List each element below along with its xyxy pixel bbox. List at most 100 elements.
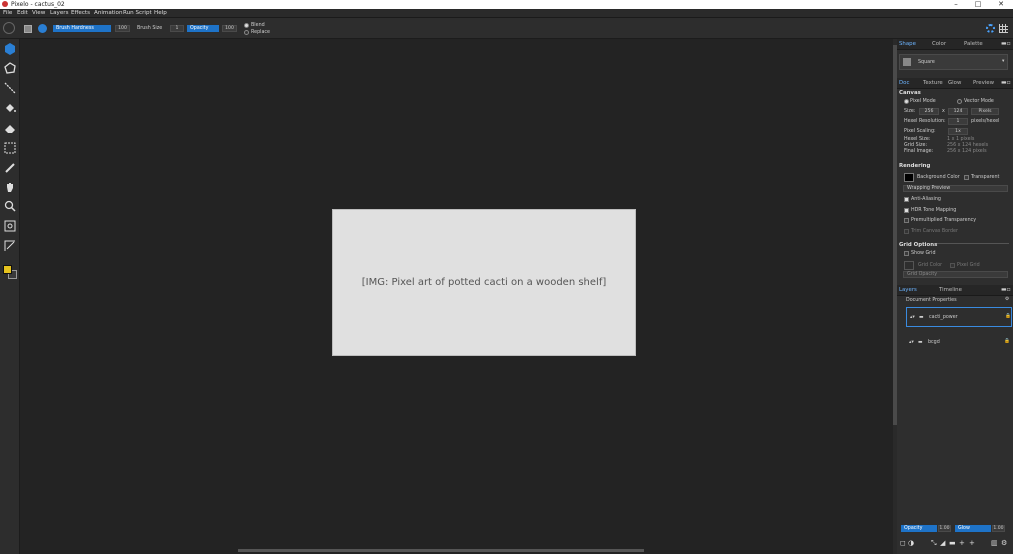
grid-opacity-slider[interactable]: Grid Opacity xyxy=(903,271,1008,278)
layer-glow-slider[interactable]: Glow xyxy=(955,525,991,532)
anti-aliasing-checkbox[interactable] xyxy=(904,197,909,202)
tab-color[interactable]: Color xyxy=(932,41,946,47)
tab-layers[interactable]: Layers xyxy=(899,287,917,293)
grid-options-section-title: Grid Options xyxy=(899,242,938,248)
lasso-tool-icon[interactable] xyxy=(3,61,17,75)
menu-run-script[interactable]: Run Script xyxy=(123,10,152,16)
merge-icon[interactable]: ⤡ xyxy=(931,539,937,548)
layer-glow-value[interactable]: 1.00 xyxy=(992,525,1005,532)
horizontal-scrollbar[interactable] xyxy=(238,549,644,552)
menu-layers[interactable]: Layers xyxy=(50,10,69,16)
layer-name: cacti_power xyxy=(929,315,958,320)
background-color-swatch[interactable] xyxy=(904,173,914,182)
onion-skin-icon[interactable]: ◑ xyxy=(908,539,914,547)
shape-select-value: Square xyxy=(918,60,935,65)
layer-row-cacti-power[interactable]: ▴▾ ▬ cacti_power 🔒 xyxy=(906,307,1012,327)
add-layer-icon[interactable]: + xyxy=(969,539,975,547)
hdr-checkbox[interactable] xyxy=(904,208,909,213)
vector-mode-label: Vector Mode xyxy=(964,99,994,104)
pixel-grid-checkbox[interactable] xyxy=(950,263,955,268)
tab-timeline[interactable]: Timeline xyxy=(939,287,962,293)
grid-toggle-icon[interactable] xyxy=(999,24,1008,33)
fill-bucket-icon[interactable] xyxy=(3,101,17,115)
size-width-input[interactable]: 256 xyxy=(919,108,939,115)
zoom-tool-icon[interactable] xyxy=(3,199,17,213)
menu-view[interactable]: View xyxy=(32,10,45,16)
menu-file[interactable]: File xyxy=(3,10,12,16)
shape-select[interactable]: Square ▾ xyxy=(899,54,1008,70)
round-brush-icon[interactable] xyxy=(38,24,47,33)
marquee-tool-icon[interactable] xyxy=(3,141,17,155)
blend-radio[interactable] xyxy=(244,23,249,28)
show-grid-checkbox[interactable] xyxy=(904,251,909,256)
primary-color-swatch[interactable] xyxy=(3,265,12,274)
premultiplied-checkbox[interactable] xyxy=(904,218,909,223)
hexel-resolution-label: Hexel Resolution: xyxy=(904,119,946,124)
tool-preset-icon[interactable] xyxy=(3,22,15,34)
tab-palette[interactable]: Palette xyxy=(964,41,983,47)
tab-texture[interactable]: Texture xyxy=(923,80,943,86)
eyedropper-icon[interactable] xyxy=(3,161,17,175)
brush-layer-icon[interactable]: ◢ xyxy=(940,539,945,547)
pixel-mode-radio[interactable] xyxy=(904,99,909,104)
new-frame-icon[interactable]: ◻ xyxy=(900,539,906,547)
line-tool-icon[interactable] xyxy=(3,81,17,95)
tab-doc[interactable]: Doc xyxy=(899,80,909,86)
hand-tool-icon[interactable] xyxy=(3,180,17,194)
eye-icon[interactable]: ▴▾ xyxy=(910,315,915,320)
opacity-slider[interactable]: Opacity xyxy=(187,25,219,32)
lock-icon[interactable]: 🔒 xyxy=(1005,314,1011,319)
transparent-checkbox[interactable] xyxy=(964,175,969,180)
eraser-tool-icon[interactable] xyxy=(3,121,17,135)
menu-edit[interactable]: Edit xyxy=(17,10,28,16)
close-button[interactable]: ✕ xyxy=(990,0,1012,9)
blend-label: Blend xyxy=(251,23,265,28)
document-properties[interactable]: Document Properties xyxy=(906,298,957,303)
brush-size-value[interactable]: 1 xyxy=(170,25,184,32)
add-group-icon[interactable]: + xyxy=(959,539,965,547)
layer-opacity-value[interactable]: 1.00 xyxy=(938,525,951,532)
menu-animation[interactable]: Animation xyxy=(94,10,123,16)
layer-opacity-slider[interactable]: Opacity xyxy=(901,525,937,532)
gear-icon[interactable]: ⚙ xyxy=(1005,297,1009,302)
new-folder-icon[interactable]: ▬ xyxy=(949,539,956,547)
final-image-label: Final Image: xyxy=(904,149,934,154)
size-height-input[interactable]: 124 xyxy=(948,108,968,115)
panel-collapse-icon[interactable]: ▬▫ xyxy=(1001,79,1011,87)
size-unit-select[interactable]: Pixels xyxy=(971,108,999,115)
brush-hardness-slider[interactable]: Brush Hardness xyxy=(53,25,111,32)
hex-select-tool-icon[interactable] xyxy=(3,42,17,56)
tab-shape[interactable]: Shape xyxy=(899,41,916,47)
tab-preview[interactable]: Preview xyxy=(973,80,994,86)
brightness-icon[interactable] xyxy=(986,24,995,33)
panel-collapse-icon[interactable]: ▬▫ xyxy=(1001,286,1011,294)
panel-collapse-icon[interactable]: ▬▫ xyxy=(1001,40,1011,48)
wrapping-preview-button[interactable]: Wrapping Preview xyxy=(903,185,1008,192)
menu-help[interactable]: Help xyxy=(154,10,167,16)
crop-tool-icon[interactable] xyxy=(3,219,17,233)
hexel-resolution-input[interactable]: 1 xyxy=(948,118,968,125)
menu-effects[interactable]: Effects xyxy=(71,10,90,16)
layer-settings-icon[interactable]: ⚙ xyxy=(1001,539,1007,547)
square-brush-icon[interactable] xyxy=(24,25,32,33)
pixel-scaling-select[interactable]: 1x xyxy=(948,128,968,135)
canvas-area[interactable]: [IMG: Pixel art of potted cacti on a woo… xyxy=(20,39,893,554)
grid-color-swatch[interactable] xyxy=(904,261,914,270)
chevron-down-icon: ▾ xyxy=(1002,59,1005,64)
delete-layer-icon[interactable]: ▥ xyxy=(991,539,998,547)
brush-hardness-value[interactable]: 100 xyxy=(115,25,130,32)
background-color-label: Background Color xyxy=(917,175,960,180)
opacity-value[interactable]: 100 xyxy=(222,25,237,32)
lock-icon[interactable]: 🔒 xyxy=(1004,339,1010,344)
trim-border-label: Trim Canvas Border xyxy=(911,229,958,234)
trim-border-checkbox[interactable] xyxy=(904,229,909,234)
eye-icon[interactable]: ▴▾ xyxy=(909,340,914,345)
tab-glow[interactable]: Glow xyxy=(948,80,961,86)
maximize-button[interactable]: □ xyxy=(967,0,989,9)
replace-radio[interactable] xyxy=(244,30,249,35)
layer-row-bcgd[interactable]: ▴▾ ▬ bcgd 🔒 xyxy=(906,333,1012,353)
transform-tool-icon[interactable] xyxy=(3,239,17,253)
vector-mode-radio[interactable] xyxy=(957,99,962,104)
minimize-button[interactable]: – xyxy=(945,0,967,9)
cactus-artwork[interactable]: [IMG: Pixel art of potted cacti on a woo… xyxy=(332,209,636,356)
